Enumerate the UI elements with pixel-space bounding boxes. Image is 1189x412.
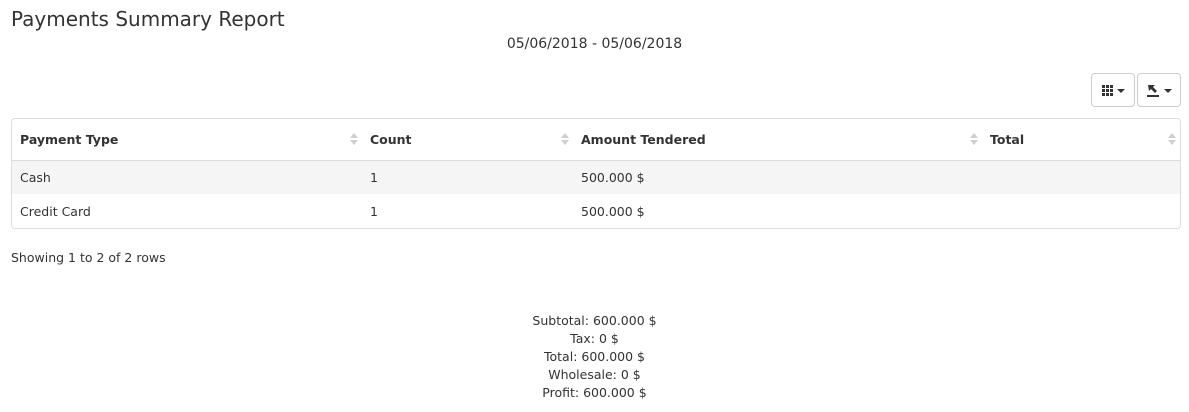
chevron-down-icon — [1164, 89, 1172, 93]
sort-icon — [970, 133, 978, 146]
summary-tax: Tax: 0 $ — [570, 331, 619, 346]
chevron-down-icon — [1116, 89, 1125, 93]
column-header-amount-tendered[interactable]: Amount Tendered — [573, 119, 982, 161]
summary-wholesale: Wholesale: 0 $ — [548, 367, 641, 382]
cell-amount-tendered: 500.000 $ — [573, 194, 982, 228]
sort-icon — [1168, 133, 1176, 146]
cell-count: 1 — [362, 194, 573, 228]
summary-profit: Profit: 600.000 $ — [542, 385, 647, 400]
cell-count: 1 — [362, 160, 573, 194]
cell-total — [982, 160, 1180, 194]
table-toolbar — [1091, 73, 1181, 107]
page-title: Payments Summary Report — [11, 7, 285, 31]
column-header-label: Total — [990, 131, 1025, 147]
report-page: Payments Summary Report 05/06/2018 - 05/… — [0, 0, 1189, 412]
summary-total: Total: 600.000 $ — [544, 349, 645, 364]
pagination-info: Showing 1 to 2 of 2 rows — [11, 250, 166, 265]
payments-table: Payment Type Count Amount Tendered Total — [11, 118, 1181, 229]
summary-subtotal: Subtotal: 600.000 $ — [532, 313, 657, 328]
column-header-payment-type[interactable]: Payment Type — [12, 119, 362, 161]
column-header-label: Payment Type — [20, 131, 119, 147]
table-row: Cash 1 500.000 $ — [12, 160, 1180, 194]
column-header-label: Count — [370, 131, 412, 147]
cell-total — [982, 194, 1180, 228]
report-summary: Subtotal: 600.000 $ Tax: 0 $ Total: 600.… — [0, 312, 1189, 402]
sort-icon — [350, 133, 358, 146]
cell-payment-type: Credit Card — [12, 194, 362, 228]
date-range: 05/06/2018 - 05/06/2018 — [506, 36, 683, 52]
column-header-label: Amount Tendered — [581, 131, 706, 147]
columns-toggle-button[interactable] — [1091, 73, 1135, 107]
column-header-count[interactable]: Count — [362, 119, 573, 161]
export-icon — [1147, 84, 1159, 97]
cell-payment-type: Cash — [12, 160, 362, 194]
sort-icon — [561, 133, 569, 146]
table-header-row: Payment Type Count Amount Tendered Total — [12, 119, 1180, 161]
table-row: Credit Card 1 500.000 $ — [12, 194, 1180, 228]
export-button[interactable] — [1137, 73, 1181, 107]
column-header-total[interactable]: Total — [982, 119, 1180, 161]
cell-amount-tendered: 500.000 $ — [573, 160, 982, 194]
grid-icon — [1101, 84, 1113, 96]
